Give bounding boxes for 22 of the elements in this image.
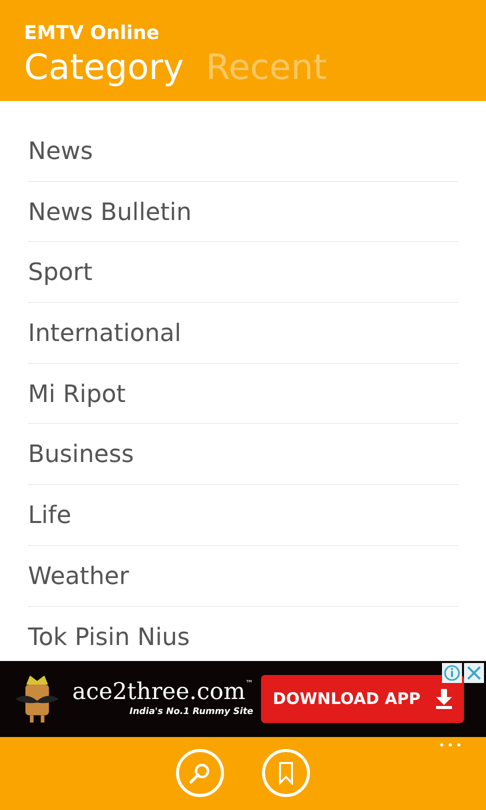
- category-item[interactable]: Sport: [28, 254, 92, 290]
- category-item[interactable]: Business: [28, 436, 134, 472]
- category-item[interactable]: News Bulletin: [28, 194, 192, 230]
- trademark-mark: ™: [245, 678, 254, 690]
- ad-tagline: India's No.1 Rummy Site: [130, 706, 254, 720]
- bookmark-icon: [277, 761, 295, 785]
- category-item[interactable]: News: [28, 132, 93, 169]
- category-item[interactable]: Tok Pisin Nius: [28, 618, 190, 655]
- category-item[interactable]: Life: [28, 496, 72, 533]
- info-icon[interactable]: [442, 663, 462, 683]
- download-button[interactable]: DOWNLOAD APP: [261, 675, 464, 723]
- search-icon: [188, 761, 212, 785]
- ad-banner[interactable]: ace2three.com™ India's No.1 Rummy Site DOWNLOAD APP: [0, 661, 486, 737]
- app-title: EMTV Online: [24, 21, 160, 46]
- search-button[interactable]: [176, 749, 224, 797]
- ad-brand: ace2three.com: [72, 678, 246, 706]
- category-item[interactable]: International: [28, 314, 182, 351]
- download-icon: [434, 689, 453, 709]
- category-item[interactable]: Mi Ripot: [28, 376, 126, 412]
- close-icon[interactable]: [464, 663, 484, 683]
- bookmark-button[interactable]: [262, 749, 310, 797]
- category-item[interactable]: Weather: [28, 558, 130, 594]
